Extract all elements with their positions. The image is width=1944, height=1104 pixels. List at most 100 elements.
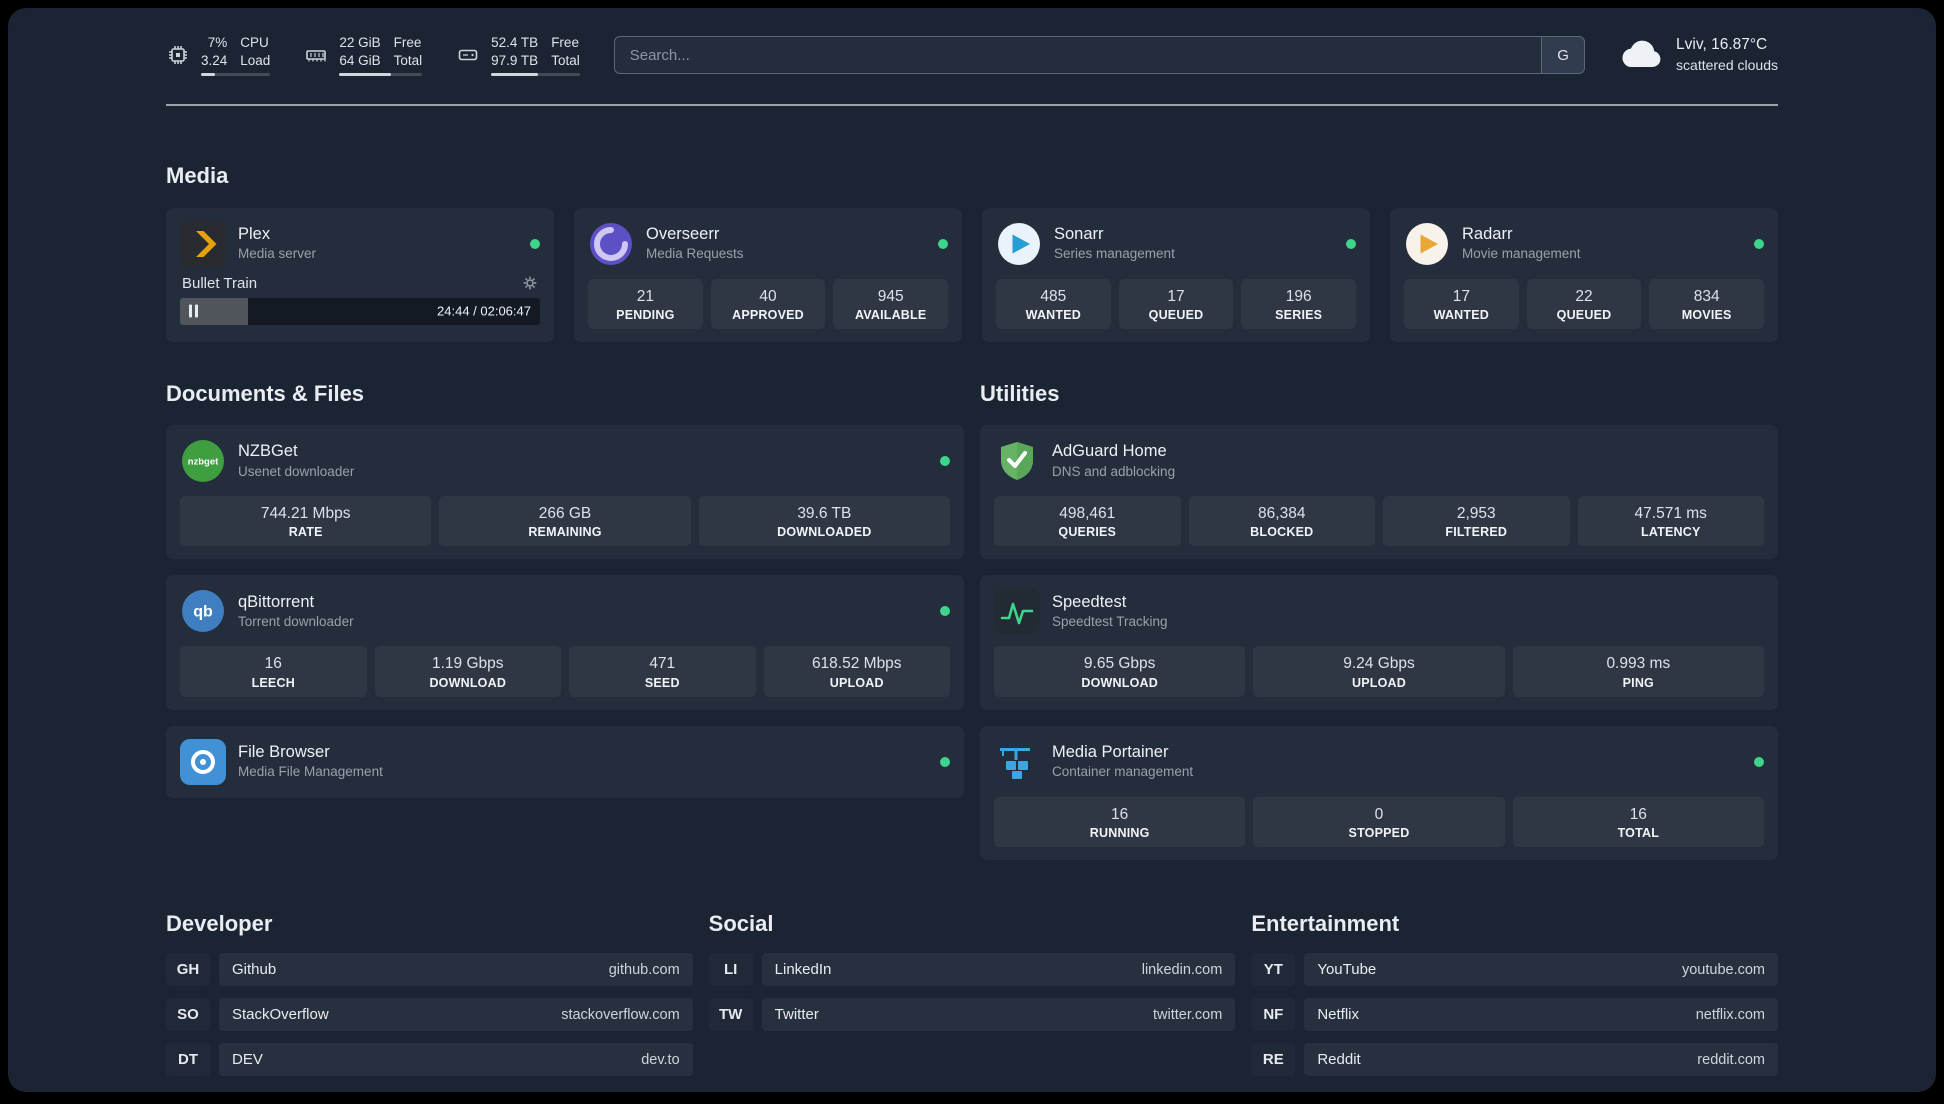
bookmark-name: Reddit bbox=[1317, 1051, 1361, 1069]
filebrowser-icon bbox=[180, 738, 226, 785]
bookmark-twitter[interactable]: TW Twitter twitter.com bbox=[709, 998, 1236, 1032]
memory-progress-bar bbox=[339, 73, 423, 77]
bookmark-netflix[interactable]: NF Netflix netflix.com bbox=[1251, 998, 1778, 1032]
service-name: AdGuard Home bbox=[1052, 442, 1167, 461]
disk-icon bbox=[456, 43, 480, 67]
service-name: NZBGet bbox=[238, 442, 298, 461]
stat-blocked: 86,384 BLOCKED bbox=[1188, 496, 1375, 547]
bookmark-domain: github.com bbox=[608, 961, 680, 978]
status-dot bbox=[1754, 756, 1764, 767]
memory-icon bbox=[304, 43, 328, 67]
stat-running: 16 RUNNING bbox=[994, 796, 1246, 847]
cpu-load-value: 3.24 bbox=[201, 52, 228, 68]
svg-text:nzbget: nzbget bbox=[188, 457, 219, 468]
service-card-filebrowser[interactable]: File Browser Media File Management bbox=[166, 725, 964, 798]
stat-download: 9.65 Gbps DOWNLOAD bbox=[994, 646, 1246, 697]
service-card-radarr[interactable]: Radarr Movie management 17 WANTED 22 QUE… bbox=[1390, 207, 1778, 342]
svg-text:qb: qb bbox=[193, 604, 213, 621]
memory-label-bottom: Total bbox=[393, 52, 423, 68]
service-card-sonarr[interactable]: Sonarr Series management 485 WANTED 17 Q… bbox=[982, 207, 1370, 342]
service-name: File Browser bbox=[238, 742, 330, 761]
service-name: qBittorrent bbox=[238, 592, 315, 611]
stat-download: 1.19 Gbps DOWNLOAD bbox=[374, 646, 561, 697]
bookmark-abbr: LI bbox=[709, 953, 753, 986]
now-playing-title: Bullet Train bbox=[182, 274, 258, 292]
adguard-icon bbox=[994, 438, 1040, 484]
section-title-social: Social bbox=[708, 910, 774, 936]
stat-leech: 16 LEECH bbox=[180, 646, 367, 697]
service-subtitle: Usenet downloader bbox=[238, 464, 355, 480]
weather-widget[interactable]: Lviv, 16.87°C scattered clouds bbox=[1619, 35, 1778, 75]
service-name: Sonarr bbox=[1054, 224, 1104, 243]
status-dot bbox=[530, 238, 540, 249]
bookmark-abbr: DT bbox=[166, 1043, 210, 1076]
service-card-plex[interactable]: Plex Media server Bullet Train 24:44 / 0… bbox=[166, 207, 554, 342]
two-column-area: Documents & Files nzbget NZBGet Usenet d… bbox=[166, 342, 1778, 860]
stat-series: 196 SERIES bbox=[1241, 278, 1357, 329]
disk-label-bottom: Total bbox=[551, 52, 580, 68]
cloud-icon bbox=[1619, 37, 1663, 74]
stat-total: 16 TOTAL bbox=[1512, 796, 1764, 847]
cpu-icon bbox=[166, 43, 190, 67]
speedtest-icon bbox=[994, 588, 1040, 635]
service-card-adguard[interactable]: AdGuard Home DNS and adblocking 498,461 … bbox=[980, 425, 1778, 560]
status-dot bbox=[1754, 238, 1764, 249]
playback-progress-bar[interactable]: 24:44 / 02:06:47 bbox=[180, 297, 540, 325]
service-subtitle: Media Requests bbox=[646, 246, 744, 262]
bookmark-group-developer: Developer GH Github github.com SO StackO… bbox=[166, 910, 693, 1089]
memory-label-top: Free bbox=[393, 35, 422, 50]
section-title-developer: Developer bbox=[166, 910, 273, 936]
bookmark-abbr: NF bbox=[1251, 998, 1295, 1031]
portainer-icon bbox=[994, 739, 1040, 785]
bookmark-dev[interactable]: DT DEV dev.to bbox=[166, 1043, 693, 1077]
service-name: Media Portainer bbox=[1052, 742, 1169, 761]
bookmark-domain: linkedin.com bbox=[1141, 961, 1223, 978]
bookmark-abbr: SO bbox=[166, 998, 210, 1031]
service-card-portainer[interactable]: Media Portainer Container management 16 … bbox=[980, 725, 1778, 860]
bookmark-reddit[interactable]: RE Reddit reddit.com bbox=[1251, 1043, 1778, 1077]
service-subtitle: Container management bbox=[1052, 764, 1194, 780]
stat-approved: 40 APPROVED bbox=[710, 278, 826, 329]
service-card-qbittorrent[interactable]: qb qBittorrent Torrent downloader 16 LEE… bbox=[166, 575, 964, 710]
bookmark-name: Github bbox=[232, 961, 277, 979]
disk-widget: 52.4 TB 97.9 TB Free Total bbox=[456, 34, 580, 77]
service-name: Speedtest bbox=[1052, 592, 1127, 611]
bookmark-domain: youtube.com bbox=[1681, 961, 1765, 978]
service-card-speedtest[interactable]: Speedtest Speedtest Tracking 9.65 Gbps D… bbox=[980, 575, 1778, 710]
service-card-overseerr[interactable]: Overseerr Media Requests 21 PENDING 40 A… bbox=[574, 207, 962, 342]
bookmark-name: YouTube bbox=[1317, 961, 1377, 979]
bookmark-stackoverflow[interactable]: SO StackOverflow stackoverflow.com bbox=[166, 998, 693, 1032]
bookmark-name: Twitter bbox=[774, 1006, 819, 1024]
bookmark-linkedin[interactable]: LI LinkedIn linkedin.com bbox=[709, 953, 1236, 987]
memory-free-value: 22 GiB bbox=[339, 35, 381, 50]
stat-rate: 744.21 Mbps RATE bbox=[180, 496, 432, 547]
service-subtitle: Media server bbox=[238, 246, 317, 262]
service-subtitle: Speedtest Tracking bbox=[1052, 614, 1168, 630]
bookmark-group-social: Social LI LinkedIn linkedin.com TW Twitt… bbox=[709, 910, 1236, 1044]
weather-condition: scattered clouds bbox=[1676, 57, 1778, 74]
cpu-label-top: CPU bbox=[240, 35, 269, 50]
stat-remaining: 266 GB REMAINING bbox=[439, 496, 691, 547]
bookmark-group-entertainment: Entertainment YT YouTube youtube.com NF … bbox=[1251, 910, 1778, 1089]
status-dot bbox=[940, 456, 950, 467]
pause-icon[interactable] bbox=[189, 304, 198, 318]
gear-icon[interactable] bbox=[522, 275, 538, 291]
service-card-nzbget[interactable]: nzbget NZBGet Usenet downloader 744.21 M… bbox=[166, 425, 964, 560]
search-input[interactable] bbox=[613, 36, 1542, 75]
disk-free-value: 52.4 TB bbox=[491, 35, 539, 50]
system-widgets: 7% 3.24 CPU Load 22 GiB 64 GiB Free Tota… bbox=[166, 34, 580, 77]
bookmark-github[interactable]: GH Github github.com bbox=[166, 953, 693, 987]
service-subtitle: Torrent downloader bbox=[238, 614, 354, 630]
stat-wanted: 17 WANTED bbox=[1404, 278, 1519, 329]
bookmark-abbr: YT bbox=[1251, 953, 1295, 986]
section-title-files: Documents & Files bbox=[166, 380, 365, 406]
stat-ping: 0.993 ms PING bbox=[1512, 646, 1764, 697]
topbar-divider bbox=[166, 104, 1778, 107]
memory-widget: 22 GiB 64 GiB Free Total bbox=[304, 34, 423, 77]
search-bar: G bbox=[613, 36, 1586, 75]
bookmark-domain: dev.to bbox=[641, 1051, 680, 1068]
search-provider-button[interactable]: G bbox=[1541, 36, 1586, 75]
sonarr-icon bbox=[996, 221, 1042, 267]
bookmark-youtube[interactable]: YT YouTube youtube.com bbox=[1251, 953, 1778, 987]
stat-upload: 618.52 Mbps UPLOAD bbox=[763, 646, 950, 697]
